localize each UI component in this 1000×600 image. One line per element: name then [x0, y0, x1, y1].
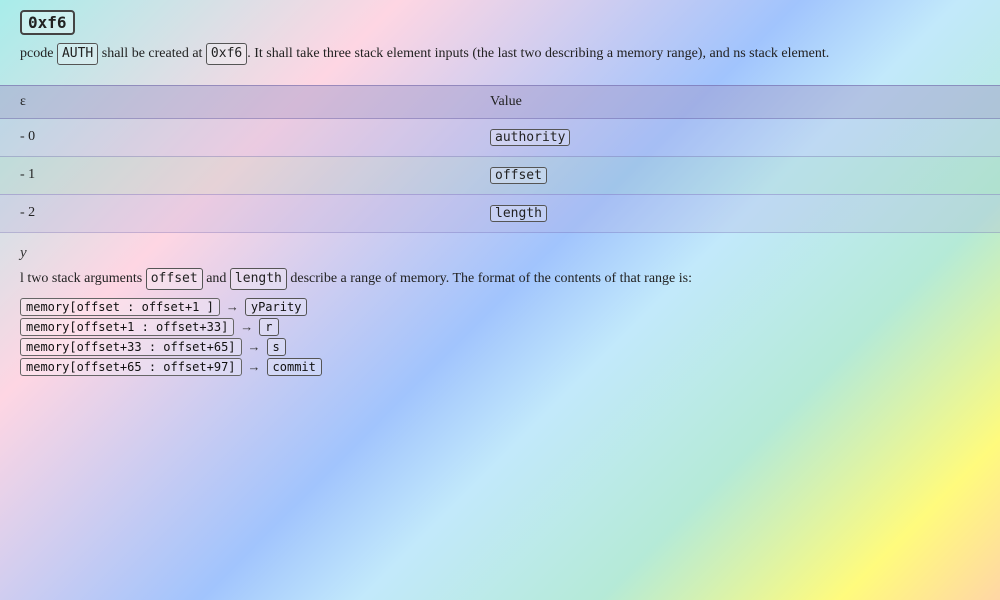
col-val-header: Value [470, 85, 1000, 118]
desc-before: pcode [20, 46, 57, 61]
opcode-inline-badge: 0xf6 [206, 43, 247, 65]
value-code-badge: length [490, 205, 547, 222]
memory-arrow: → [248, 359, 261, 375]
memory-code: memory[offset+65 : offset+97] [20, 358, 242, 376]
length-inline: length [230, 268, 287, 291]
description-text: pcode AUTH shall be created at 0xf6. It … [20, 43, 980, 65]
opcode-badge: 0xf6 [20, 10, 75, 35]
desc-after: shall be created at [98, 46, 206, 61]
prose-text: l two stack arguments offset and length … [20, 268, 980, 291]
auth-inline-badge: AUTH [57, 43, 98, 65]
opcode-heading: 0xf6 [20, 10, 980, 35]
memory-line: memory[offset+65 : offset+97] → commit [20, 358, 980, 376]
page-container: 0xf6 pcode AUTH shall be created at 0xf6… [0, 0, 1000, 600]
memory-value: yParity [245, 298, 308, 316]
memory-arrow: → [248, 339, 261, 355]
table-row: - 2 length [0, 194, 1000, 232]
memory-line: memory[offset+33 : offset+65] → s [20, 338, 980, 356]
table-row: - 1 offset [0, 156, 1000, 194]
table-cell-key: - 1 [0, 156, 470, 194]
offset-inline: offset [146, 268, 203, 291]
table-cell-value: offset [470, 156, 1000, 194]
memory-line: memory[offset+1 : offset+33] → r [20, 318, 980, 336]
table-row: - 0 authority [0, 118, 1000, 156]
table-cell-key: - 2 [0, 194, 470, 232]
memory-arrow: → [226, 299, 239, 315]
bottom-section: y l two stack arguments offset and lengt… [0, 233, 1000, 377]
section-label: y [20, 245, 980, 262]
col-key-header: ε [0, 85, 470, 118]
value-code-badge: authority [490, 129, 570, 146]
memory-code: memory[offset+33 : offset+65] [20, 338, 242, 356]
memory-lines: memory[offset : offset+1 ]→yParitymemory… [20, 298, 980, 376]
memory-code: memory[offset+1 : offset+33] [20, 318, 234, 336]
top-section: 0xf6 pcode AUTH shall be created at 0xf6… [0, 10, 1000, 75]
value-code-badge: offset [490, 167, 547, 184]
memory-value: r [259, 318, 278, 336]
prose-after: describe a range of memory. The format o… [287, 271, 692, 286]
memory-line: memory[offset : offset+1 ] → yParity [20, 298, 980, 316]
prose-before: l two stack arguments [20, 271, 146, 286]
table-cell-value: length [470, 194, 1000, 232]
memory-arrow: → [240, 319, 253, 335]
desc-rest: . It shall take three stack element inpu… [247, 46, 829, 61]
memory-code: memory[offset : offset+1 ] [20, 298, 220, 316]
memory-value: commit [267, 358, 322, 376]
table-section: ε Value - 0 authority - 1 offset - 2 length [0, 85, 1000, 233]
prose-middle: and [203, 271, 230, 286]
table-header-row: ε Value [0, 85, 1000, 118]
stack-table: ε Value - 0 authority - 1 offset - 2 length [0, 85, 1000, 233]
table-cell-value: authority [470, 118, 1000, 156]
memory-value: s [267, 338, 286, 356]
table-cell-key: - 0 [0, 118, 470, 156]
